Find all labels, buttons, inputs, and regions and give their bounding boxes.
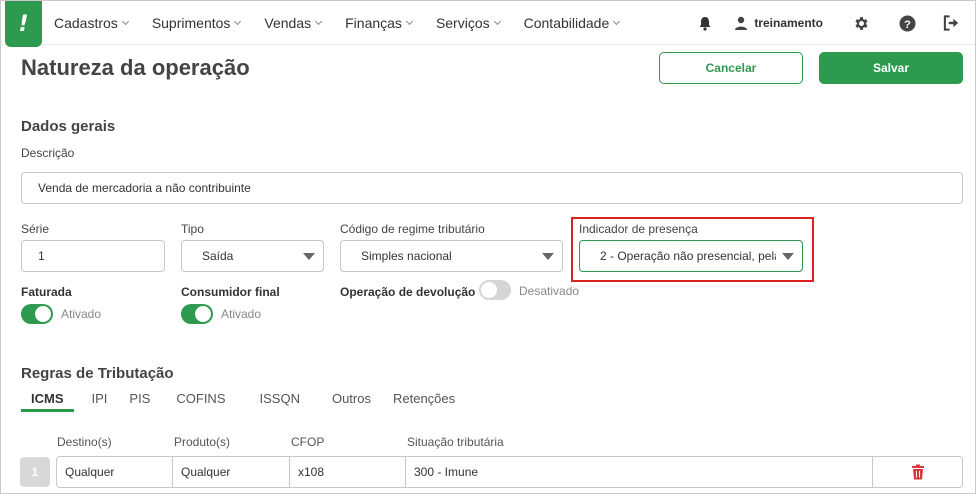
bell-icon[interactable] xyxy=(690,16,720,31)
tab-pis[interactable]: PIS xyxy=(119,390,160,412)
serie-input[interactable]: 1 xyxy=(21,240,165,272)
delete-row-button[interactable] xyxy=(873,457,962,487)
chevron-down-icon xyxy=(493,17,501,26)
cell-produto[interactable]: Qualquer xyxy=(173,457,290,487)
column-header-cfop: CFOP xyxy=(291,435,325,449)
menu-cadastros[interactable]: Cadastros xyxy=(54,15,129,31)
presenca-select[interactable]: 2 - Operação não presencial, pela Intern… xyxy=(579,240,803,272)
devolucao-state: Desativado xyxy=(519,284,580,298)
row-number: 1 xyxy=(20,457,50,487)
tipo-select[interactable]: Saída xyxy=(181,240,324,272)
column-header-produto: Produto(s) xyxy=(174,435,231,449)
devolucao-toggle[interactable] xyxy=(479,280,511,300)
chevron-down-icon xyxy=(405,17,413,26)
consumidor-final-toggle[interactable] xyxy=(181,304,213,324)
chevron-down-icon xyxy=(315,17,323,26)
cancel-button[interactable]: Cancelar xyxy=(659,52,803,84)
app-window: ! Cadastros Suprimentos Vendas Finanças … xyxy=(0,0,976,494)
table-row: Qualquer Qualquer x108 300 - Imune xyxy=(56,456,963,488)
cell-situacao[interactable]: 300 - Imune xyxy=(406,457,873,487)
menu-servicos[interactable]: Serviços xyxy=(436,15,501,31)
menu-contabilidade[interactable]: Contabilidade xyxy=(524,15,621,31)
serie-label: Série xyxy=(21,222,50,236)
top-navbar: ! Cadastros Suprimentos Vendas Finanças … xyxy=(1,1,975,47)
faturada-label: Faturada xyxy=(21,285,72,299)
chevron-down-icon xyxy=(613,17,621,26)
devolucao-label: Operação de devolução xyxy=(340,285,476,299)
tab-ipi[interactable]: IPI xyxy=(82,390,118,412)
section-title-tributacao: Regras de Tributação xyxy=(21,365,174,382)
column-header-situacao: Situação tributária xyxy=(407,435,504,449)
tab-icms[interactable]: ICMS xyxy=(21,390,74,412)
tab-retencoes[interactable]: Retenções xyxy=(383,390,465,412)
menu-suprimentos[interactable]: Suprimentos xyxy=(152,15,242,31)
gear-icon[interactable] xyxy=(851,15,871,32)
page-title: Natureza da operação xyxy=(21,55,250,80)
cell-destino[interactable]: Qualquer xyxy=(57,457,173,487)
faturada-toggle[interactable] xyxy=(21,304,53,324)
main-menu: Cadastros Suprimentos Vendas Finanças Se… xyxy=(54,1,643,45)
consumidor-final-label: Consumidor final xyxy=(181,285,280,299)
chevron-down-icon xyxy=(234,17,242,26)
section-title-dados-gerais: Dados gerais xyxy=(21,118,116,135)
menu-vendas[interactable]: Vendas xyxy=(264,15,323,31)
descricao-label: Descrição xyxy=(21,146,75,160)
dropdown-arrow-icon xyxy=(542,253,554,260)
tab-cofins[interactable]: COFINS xyxy=(166,390,235,412)
cell-cfop[interactable]: x108 xyxy=(290,457,406,487)
svg-text:?: ? xyxy=(904,18,911,30)
logout-icon[interactable] xyxy=(941,15,961,31)
tipo-label: Tipo xyxy=(181,222,204,236)
user-icon xyxy=(735,16,748,30)
header-tools: treinamento ? xyxy=(690,1,975,45)
dropdown-arrow-icon xyxy=(303,253,315,260)
save-button[interactable]: Salvar xyxy=(819,52,963,84)
menu-financas[interactable]: Finanças xyxy=(345,15,413,31)
user-menu[interactable]: treinamento xyxy=(734,16,823,30)
regime-select[interactable]: Simples nacional xyxy=(340,240,563,272)
tab-outros[interactable]: Outros xyxy=(322,390,381,412)
app-logo[interactable]: ! xyxy=(5,1,42,47)
presenca-label: Indicador de presença xyxy=(579,222,698,236)
chevron-down-icon xyxy=(121,17,129,26)
tab-issqn[interactable]: ISSQN xyxy=(250,390,310,412)
dropdown-arrow-icon xyxy=(782,253,794,260)
tax-tabs: ICMS IPI PIS COFINS ISSQN Outros Retençõ… xyxy=(21,390,465,412)
consumidor-final-state: Ativado xyxy=(221,307,262,321)
help-icon[interactable]: ? xyxy=(897,14,917,32)
faturada-state: Ativado xyxy=(61,307,102,321)
trash-icon xyxy=(911,464,924,480)
column-header-destino: Destino(s) xyxy=(57,435,112,449)
descricao-input[interactable]: Venda de mercadoria a não contribuinte xyxy=(21,172,963,204)
regime-label: Código de regime tributário xyxy=(340,222,485,236)
